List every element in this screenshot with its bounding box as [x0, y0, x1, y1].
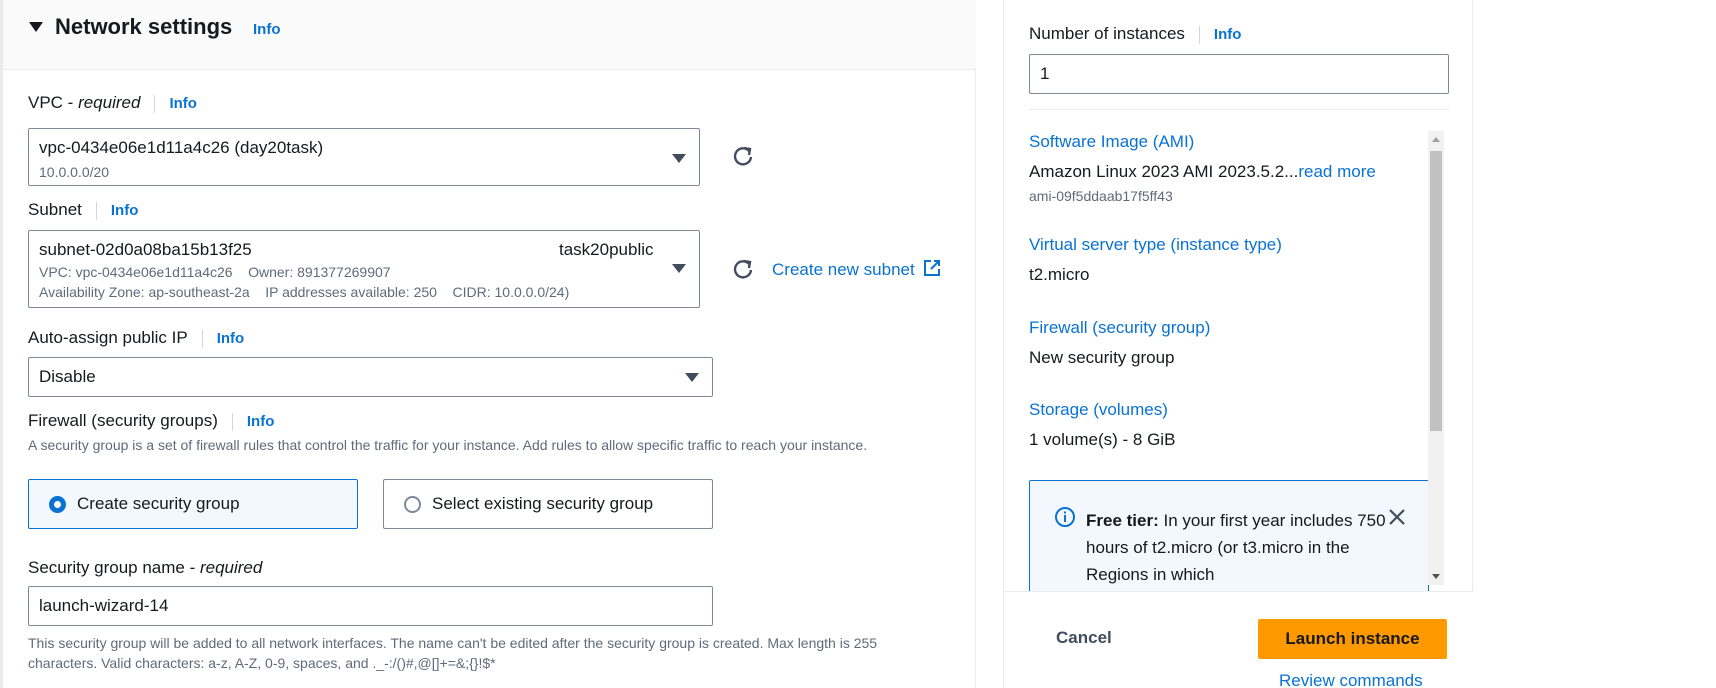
vpc-required-text: required — [78, 93, 141, 112]
storage-link[interactable]: Storage (volumes) — [1029, 400, 1168, 420]
instances-input[interactable]: 1 — [1029, 54, 1449, 94]
subnet-label-text: Subnet — [28, 200, 82, 219]
vpc-value: vpc-0434e06e1d11a4c26 (day20task) — [39, 138, 324, 157]
instances-info-link[interactable]: Info — [1214, 26, 1242, 43]
create-subnet-link[interactable]: Create new subnet — [772, 259, 941, 280]
vpc-label: VPC - required Info — [28, 93, 197, 113]
info-link[interactable]: Info — [253, 21, 281, 38]
vpc-info-link[interactable]: Info — [169, 95, 197, 112]
vpc-select[interactable]: vpc-0434e06e1d11a4c26 (day20task) 10.0.0… — [28, 128, 700, 186]
sg-name-label: Security group name - required — [28, 558, 262, 578]
sg-name-help: This security group will be added to all… — [28, 635, 878, 671]
create-sg-label: Create security group — [77, 494, 240, 513]
review-commands-link[interactable]: Review commands — [1279, 671, 1423, 688]
sg-name-label-text: Security group name - — [28, 558, 200, 577]
subnet-details-1: VPC: vpc-0434e06e1d11a4c26 Owner: 891377… — [39, 264, 391, 280]
auto-ip-value: Disable — [39, 367, 96, 386]
divider — [1029, 109, 1449, 110]
chevron-down-icon — [672, 264, 686, 273]
instance-type-value: t2.micro — [1029, 265, 1090, 284]
firewall-info-link[interactable]: Info — [247, 413, 275, 430]
chevron-down-icon — [672, 154, 686, 163]
external-link-icon — [924, 260, 941, 276]
divider — [1198, 25, 1200, 44]
ami-value-text: Amazon Linux 2023 AMI 2023.5.2... — [1029, 162, 1299, 181]
auto-ip-select[interactable]: Disable — [28, 357, 713, 397]
divider — [201, 329, 203, 348]
scrollbar[interactable] — [1428, 131, 1444, 585]
ami-link[interactable]: Software Image (AMI) — [1029, 132, 1194, 152]
refresh-icon[interactable] — [732, 258, 754, 280]
firewall-summary-value: New security group — [1029, 348, 1175, 367]
sg-name-required-text: required — [199, 558, 263, 577]
subnet-info-link[interactable]: Info — [111, 202, 139, 219]
summary-panel: Number of instances Info 1 Software Image… — [1003, 0, 1474, 688]
firewall-summary-link[interactable]: Firewall (security group) — [1029, 318, 1210, 338]
existing-sg-label: Select existing security group — [432, 494, 654, 513]
vpc-cidr: 10.0.0.0/20 — [39, 164, 110, 180]
free-tier-bold: Free tier: — [1086, 511, 1159, 530]
section-title: Network settings — [55, 14, 233, 39]
footer-actions: Cancel Launch instance Review commands — [1004, 591, 1474, 688]
divider — [231, 412, 233, 431]
network-settings-panel: Network settings Info VPC - required Info… — [0, 0, 976, 688]
subnet-select[interactable]: subnet-02d0a08ba15b13f25 task20public VP… — [28, 230, 700, 308]
subnet-name: task20public — [559, 240, 654, 259]
divider — [154, 94, 156, 113]
ami-id: ami-09f5ddaab17f5ff43 — [1029, 188, 1173, 204]
close-icon[interactable] — [1388, 508, 1406, 526]
auto-ip-label-text: Auto-assign public IP — [28, 328, 188, 347]
firewall-label: Firewall (security groups) Info — [28, 411, 274, 431]
free-tier-text: Free tier: In your first year includes 7… — [1086, 507, 1386, 588]
section-header[interactable]: Network settings Info — [3, 0, 976, 70]
firewall-label-text: Firewall (security groups) — [28, 411, 218, 430]
vpc-label-text: VPC - — [28, 93, 79, 112]
subnet-details-2: Availability Zone: ap-southeast-2a IP ad… — [39, 284, 570, 300]
sg-name-input[interactable]: launch-wizard-14 — [28, 586, 713, 626]
read-more-link[interactable]: read more — [1298, 162, 1375, 181]
instance-type-link[interactable]: Virtual server type (instance type) — [1029, 235, 1282, 255]
instances-label: Number of instances Info — [1029, 24, 1241, 44]
scroll-thumb[interactable] — [1430, 151, 1442, 431]
storage-value: 1 volume(s) - 8 GiB — [1029, 430, 1176, 449]
create-subnet-text: Create new subnet — [772, 260, 915, 279]
instances-value: 1 — [1040, 64, 1050, 83]
info-circle-icon — [1055, 507, 1075, 527]
subnet-label: Subnet Info — [28, 200, 138, 220]
auto-ip-info-link[interactable]: Info — [217, 330, 245, 347]
scroll-down-icon[interactable] — [1432, 574, 1440, 579]
create-sg-option[interactable]: Create security group — [28, 479, 358, 529]
instances-label-text: Number of instances — [1029, 24, 1185, 43]
radio-button[interactable] — [404, 496, 421, 513]
subnet-id: subnet-02d0a08ba15b13f25 — [39, 240, 252, 259]
divider — [95, 201, 97, 220]
radio-button-selected[interactable] — [49, 496, 66, 513]
chevron-down-icon — [685, 373, 699, 382]
scroll-up-icon[interactable] — [1432, 137, 1440, 142]
existing-sg-option[interactable]: Select existing security group — [383, 479, 713, 529]
sg-name-value: launch-wizard-14 — [39, 596, 169, 615]
caret-down-icon[interactable] — [29, 22, 43, 32]
refresh-icon[interactable] — [732, 145, 754, 167]
free-tier-alert: Free tier: In your first year includes 7… — [1029, 480, 1429, 600]
launch-instance-button[interactable]: Launch instance — [1258, 619, 1447, 659]
auto-ip-label: Auto-assign public IP Info — [28, 328, 244, 348]
firewall-description: A security group is a set of firewall ru… — [28, 437, 868, 453]
cancel-button[interactable]: Cancel — [1056, 628, 1112, 648]
ami-value: Amazon Linux 2023 AMI 2023.5.2...read mo… — [1029, 162, 1376, 182]
